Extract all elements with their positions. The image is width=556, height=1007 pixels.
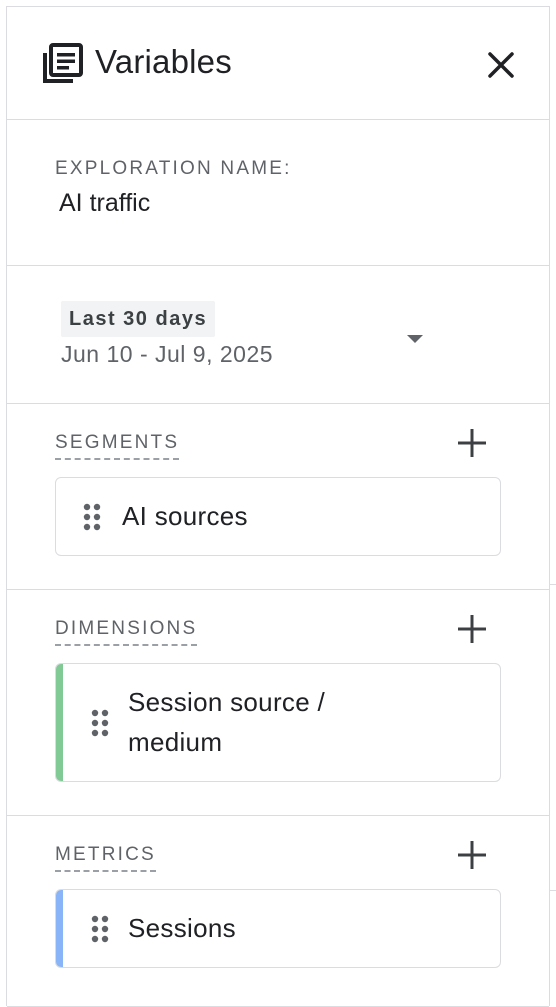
metrics-section: METRICS Sessions: [7, 816, 549, 1007]
exploration-name-input[interactable]: AI traffic: [59, 189, 150, 218]
dimension-accent-bar: [56, 664, 63, 781]
segments-label: SEGMENTS: [55, 432, 180, 460]
exploration-name-label: EXPLORATION NAME:: [55, 158, 292, 179]
dropdown-arrow-icon[interactable]: [403, 331, 427, 347]
panel-header: Variables: [7, 7, 549, 120]
segment-chip-label: AI sources: [122, 501, 248, 531]
segments-section: SEGMENTS AI sources: [7, 404, 549, 590]
segment-chip[interactable]: AI sources: [55, 477, 501, 556]
background-edge: [550, 0, 556, 1004]
dimensions-label: DIMENSIONS: [55, 618, 198, 646]
edge-divider: [550, 584, 556, 585]
dimensions-section: DIMENSIONS Session source / medium: [7, 590, 549, 816]
close-icon[interactable]: [483, 47, 519, 83]
drag-handle-icon[interactable]: [90, 914, 110, 944]
drag-handle-icon[interactable]: [82, 502, 102, 532]
dimension-chip-label: Session source / medium: [128, 687, 326, 757]
variables-panel: Variables EXPLORATION NAME: AI traffic L…: [6, 6, 550, 1007]
drag-handle-icon[interactable]: [90, 708, 110, 738]
metric-accent-bar: [56, 890, 63, 967]
add-segment-icon[interactable]: [455, 426, 489, 460]
edge-divider: [550, 890, 556, 891]
dimension-chip[interactable]: Session source / medium: [55, 663, 501, 782]
exploration-name-section: EXPLORATION NAME: AI traffic: [7, 120, 549, 266]
date-range-section[interactable]: Last 30 days Jun 10 - Jul 9, 2025: [7, 266, 549, 404]
date-range-text: Jun 10 - Jul 9, 2025: [61, 341, 274, 367]
metrics-label: METRICS: [55, 844, 156, 872]
date-preset-badge: Last 30 days: [61, 301, 216, 337]
panel-title: Variables: [95, 43, 232, 80]
add-metric-icon[interactable]: [455, 838, 489, 872]
metric-chip-label: Sessions: [128, 913, 236, 943]
metric-chip[interactable]: Sessions: [55, 889, 501, 968]
add-dimension-icon[interactable]: [455, 612, 489, 646]
document-list-icon: [43, 43, 83, 83]
